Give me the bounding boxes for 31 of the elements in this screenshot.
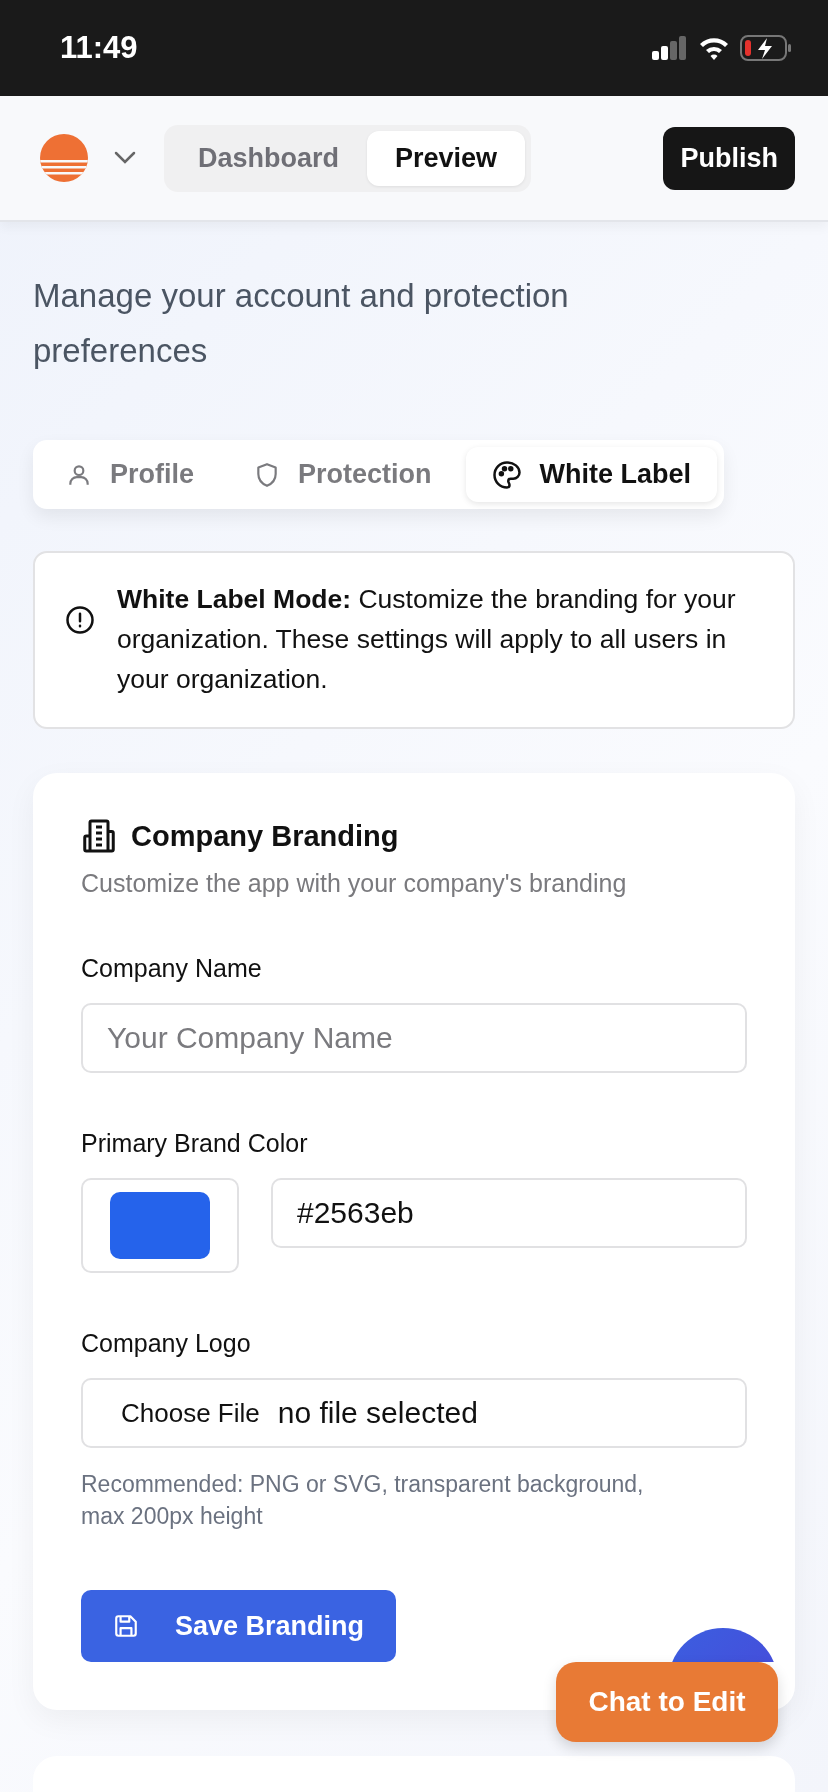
signal-icon [652, 36, 688, 60]
wifi-icon [698, 36, 730, 60]
chevron-down-icon[interactable] [114, 151, 136, 165]
color-picker[interactable] [81, 1178, 239, 1273]
status-time: 11:49 [60, 30, 138, 66]
hint-text: Recommended: PNG or SVG, transparent background, max 200px height [81, 1470, 645, 1531]
page-subtitle: Manage your account and protection preferences [33, 276, 570, 371]
view-tab[interactable]: Dashboard [170, 130, 368, 186]
save-branding-button[interactable]: Save Branding [81, 1590, 397, 1662]
save-icon [113, 1613, 139, 1639]
field-label: Company Logo [81, 1329, 252, 1358]
palette-icon [491, 459, 522, 490]
settings-tab[interactable]: Protection [228, 447, 458, 502]
alert-icon [65, 605, 95, 635]
card-subtitle: Customize the app with your company's branding [81, 869, 628, 898]
publish-button[interactable]: Publish [663, 126, 795, 190]
notice-text: White Label Mode: Customize the branding for your organization. These settings will apply to all users in your organization. [117, 583, 737, 696]
field-label: Primary Brand Color [81, 1129, 309, 1158]
choose-file-button[interactable]: Choose File [121, 1397, 260, 1429]
view-tab[interactable]: Preview [367, 130, 526, 186]
field-label: Company Name [81, 954, 263, 983]
battery-icon [740, 35, 792, 61]
company-name-field[interactable]: Your Company Name [81, 1003, 747, 1073]
card-title: Company Branding [131, 819, 399, 853]
file-input[interactable]: Choose File no file selected [81, 1378, 747, 1448]
hex-color-field[interactable]: #2563eb [271, 1178, 747, 1248]
settings-tab[interactable]: Profile [40, 447, 221, 502]
building-icon [81, 817, 117, 855]
file-status: no file selected [277, 1396, 478, 1430]
settings-tab[interactable]: White Label [465, 447, 718, 502]
logo-icon [40, 134, 88, 182]
